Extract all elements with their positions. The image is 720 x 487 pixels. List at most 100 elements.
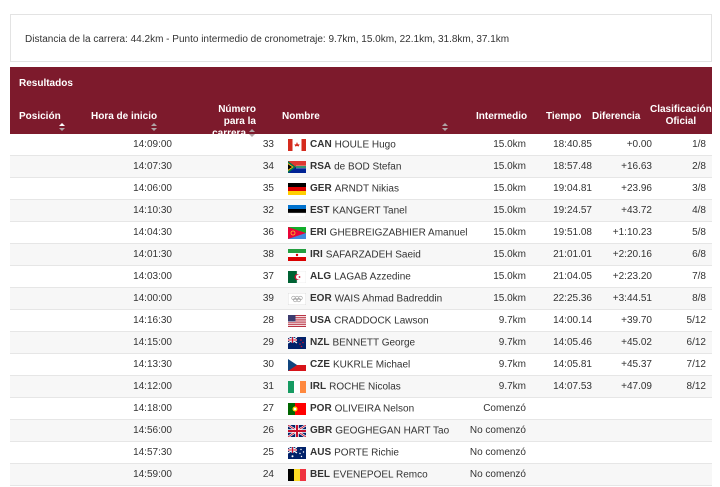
country-code: GBR <box>310 425 333 437</box>
time-cell: 19:51.08 <box>532 221 595 244</box>
position-cell <box>10 441 80 464</box>
table-row: 14:09:00 33 CAN HOULE Hugo 15.0km 18:40.85 +0.… <box>10 134 712 156</box>
time-cell <box>532 463 595 486</box>
difference-cell: +16.63 <box>595 155 655 178</box>
table-row: 14:03:00 37 ALG LAGAB Azzedine 15.0km 21:04.0… <box>10 265 712 288</box>
position-cell <box>10 199 80 222</box>
flag-nzl-icon <box>288 336 306 349</box>
position-cell <box>10 221 80 244</box>
race-number-cell: 25 <box>180 441 282 464</box>
race-number-cell: 29 <box>180 331 282 354</box>
country-code: BEL <box>310 469 330 481</box>
start-time-cell: 14:18:00 <box>80 397 180 420</box>
time-cell: 14:00.14 <box>532 309 595 332</box>
country-code: RSA <box>310 161 332 173</box>
time-cell: 21:01.01 <box>532 243 595 266</box>
intermediate-cell: 9.7km <box>468 331 532 354</box>
athlete-name: SAFARZADEH Saeid <box>325 249 421 261</box>
time-cell: 14:05.46 <box>532 331 595 354</box>
results-header: Resultados Posición Hora de inicio Númer… <box>10 67 712 139</box>
athlete-name: HOULE Hugo <box>334 139 396 151</box>
flag-iri-icon <box>288 248 306 261</box>
country-code: GER <box>310 183 332 195</box>
flag-rsa-icon <box>288 160 306 173</box>
table-row: 14:00:00 39 EOR WAIS Ahmad Badreddin 15.0km 2… <box>10 287 712 310</box>
start-time-cell: 14:56:00 <box>80 419 180 442</box>
time-cell: 21:04.05 <box>532 265 595 288</box>
name-cell: CZE KUKRLE Michael <box>282 353 468 376</box>
flag-eri-icon <box>288 226 306 239</box>
table-row: 14:15:00 29 NZL BENNETT George 9.7km 14:05.46… <box>10 331 712 354</box>
sort-icon[interactable] <box>249 128 256 138</box>
difference-cell: +39.70 <box>595 309 655 332</box>
intermediate-cell: 15.0km <box>468 221 532 244</box>
difference-cell: +2:23.20 <box>595 265 655 288</box>
flag-alg-icon <box>288 270 306 283</box>
name-cell: RSA de BOD Stefan <box>282 155 468 178</box>
race-number-cell: 27 <box>180 397 282 420</box>
rank-cell: 4/8 <box>655 199 712 222</box>
name-cell: USA CRADDOCK Lawson <box>282 309 468 332</box>
sort-icon[interactable] <box>59 122 66 132</box>
start-time-cell: 14:59:00 <box>80 463 180 486</box>
column-header-position[interactable]: Posición <box>19 111 66 135</box>
position-cell <box>10 243 80 266</box>
time-cell: 18:57.48 <box>532 155 595 178</box>
rank-cell: 6/8 <box>655 243 712 266</box>
name-cell: NZL BENNETT George <box>282 331 468 354</box>
time-cell: 18:40.85 <box>532 134 595 156</box>
column-header-race-number[interactable]: Número para la carrera <box>188 104 256 140</box>
rank-cell <box>655 419 712 442</box>
intermediate-cell: 9.7km <box>468 375 532 398</box>
country-code: IRI <box>310 249 323 261</box>
rank-cell: 7/12 <box>655 353 712 376</box>
intermediate-cell: 15.0km <box>468 243 532 266</box>
difference-cell: +2:20.16 <box>595 243 655 266</box>
position-cell <box>10 134 80 156</box>
rank-cell: 5/8 <box>655 221 712 244</box>
country-code: EST <box>310 205 330 217</box>
race-number-cell: 31 <box>180 375 282 398</box>
country-code: NZL <box>310 337 330 349</box>
race-number-cell: 39 <box>180 287 282 310</box>
rank-cell: 5/12 <box>655 309 712 332</box>
country-code: POR <box>310 403 332 415</box>
table-row: 14:10:30 32 EST KANGERT Tanel 15.0km 19:24.57… <box>10 199 712 222</box>
time-cell <box>532 419 595 442</box>
table-row: 14:12:00 31 IRL ROCHE Nicolas 9.7km 14:07.53 +… <box>10 375 712 398</box>
difference-cell <box>595 441 655 464</box>
name-cell: GBR GEOGHEGAN HART Tao <box>282 419 468 442</box>
sort-icon[interactable] <box>442 122 449 132</box>
start-time-cell: 14:15:00 <box>80 331 180 354</box>
athlete-name: WAIS Ahmad Badreddin <box>334 293 443 305</box>
athlete-name: BENNETT George <box>332 337 416 349</box>
athlete-name: EVENEPOEL Remco <box>333 469 428 481</box>
column-header-start-time[interactable]: Hora de inicio <box>91 111 158 135</box>
flag-bel-icon <box>288 468 306 481</box>
difference-cell: +43.72 <box>595 199 655 222</box>
intermediate-cell: 15.0km <box>468 155 532 178</box>
rank-cell <box>655 397 712 420</box>
difference-cell <box>595 397 655 420</box>
intermediate-cell: No comenzó <box>468 463 532 486</box>
start-time-cell: 14:16:30 <box>80 309 180 332</box>
intermediate-cell: 9.7km <box>468 309 532 332</box>
start-time-cell: 14:57:30 <box>80 441 180 464</box>
country-code: CAN <box>310 139 332 151</box>
intermediate-cell: No comenzó <box>468 441 532 464</box>
results-table: Resultados Posición Hora de inicio Númer… <box>10 67 712 486</box>
name-cell: IRL ROCHE Nicolas <box>282 375 468 398</box>
rank-cell <box>655 463 712 486</box>
name-cell: EST KANGERT Tanel <box>282 199 468 222</box>
table-row: 14:13:30 30 CZE KUKRLE Michael 9.7km 14:05.81… <box>10 353 712 376</box>
race-number-cell: 26 <box>180 419 282 442</box>
table-row: 14:57:30 25 AUS PORTE Richie No comenzó <box>10 441 712 464</box>
athlete-name: ROCHE Nicolas <box>329 381 401 393</box>
sort-icon[interactable] <box>151 122 158 132</box>
name-cell: ERI GHEBREIGZABHIER Amanuel <box>282 221 468 244</box>
name-cell: AUS PORTE Richie <box>282 441 468 464</box>
position-cell <box>10 287 80 310</box>
column-header-name[interactable]: Nombre <box>282 111 449 135</box>
table-row: 14:59:00 24 BEL EVENEPOEL Remco No comenzó <box>10 463 712 486</box>
position-cell <box>10 353 80 376</box>
